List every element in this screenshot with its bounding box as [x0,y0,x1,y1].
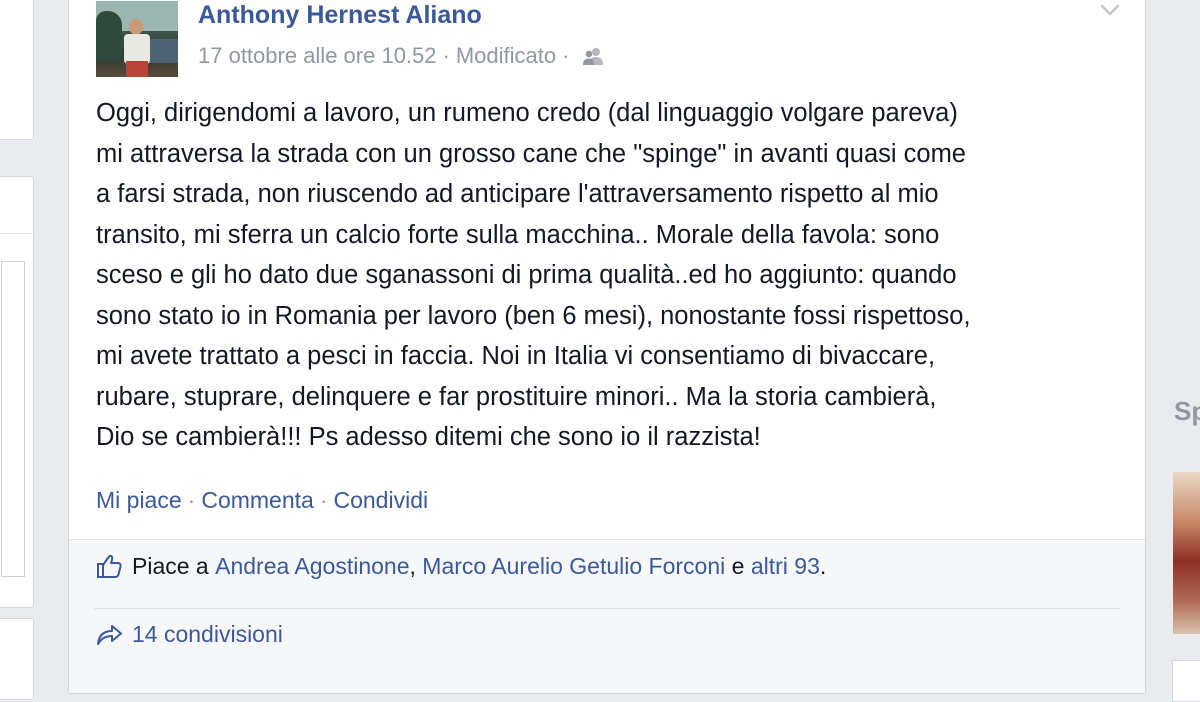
author-name[interactable]: Anthony Hernest Aliano [198,1,482,30]
right-sidebar: Sp [1160,0,1200,702]
thumbs-up-icon [97,554,122,578]
post-timestamp[interactable]: 17 ottobre alle ore 10.52 [198,43,437,69]
meta-separator-2: · [562,43,570,68]
likes-and: e [731,552,745,579]
post-meta: 17 ottobre alle ore 10.52 · Modificato · [198,43,605,69]
sponsored-image[interactable] [1173,472,1200,634]
share-link[interactable]: Condividi [333,487,428,513]
action-separator-2: · [319,487,328,513]
shares-count: 14 condivisioni [132,620,283,647]
likes-period: . [819,552,827,579]
share-arrow-icon [97,625,122,645]
post-card: Anthony Hernest Aliano 17 ottobre alle o… [68,0,1146,694]
post-actions: Mi piace · Commenta · Condividi [96,487,428,514]
edited-label[interactable]: Modificato [456,43,556,69]
avatar-car [148,39,178,63]
liker-link-1[interactable]: Andrea Agostinone [215,553,409,580]
likes-summary: Piace a Andrea Agostinone, Marco Aurelio… [94,552,826,580]
avatar-tree [96,11,122,61]
sidebar-card [1172,660,1200,702]
post-body-text: Oggi, dirigendomi a lavoro, un rumeno cr… [96,99,971,451]
friends-icon[interactable] [581,46,605,66]
meta-separator: · [442,43,450,68]
left-card-input[interactable] [1,261,25,577]
liker-link-2[interactable]: Marco Aurelio Getulio Forconi [422,553,725,580]
avatar-pants [126,61,148,77]
others-likes-link[interactable]: altri 93 [751,553,820,580]
left-card-bottom [0,618,34,700]
like-link[interactable]: Mi piace [96,487,182,513]
avatar-body [124,34,150,64]
comment-link[interactable]: Commenta [201,487,313,513]
shares-link[interactable]: 14 condivisioni [94,620,283,648]
likes-comma: , [409,552,416,579]
left-card-middle [0,176,34,608]
left-column [0,0,34,700]
left-card-divider [0,233,33,234]
avatar[interactable] [96,1,178,77]
left-card-top [0,0,34,140]
likes-prefix: Piace a [132,552,209,579]
feedback-section: Piace a Andrea Agostinone, Marco Aurelio… [69,539,1145,693]
sidebar-section-title: Sp [1174,396,1200,426]
avatar-head [129,19,143,35]
chevron-down-icon[interactable] [1099,0,1121,21]
feedback-divider [94,608,1121,609]
action-separator: · [187,487,196,513]
